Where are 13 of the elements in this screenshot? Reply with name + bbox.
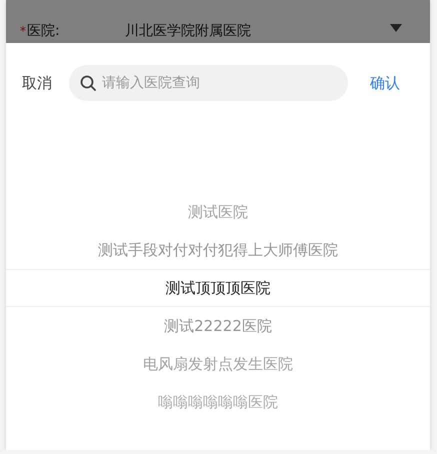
- confirm-button[interactable]: 确认: [370, 74, 400, 92]
- option-item[interactable]: 嗡嗡嗡嗡嗡嗡医院: [6, 383, 430, 421]
- field-value[interactable]: 川北医学院附属医院: [125, 22, 390, 40]
- option-item[interactable]: 测试顶顶顶医院: [6, 269, 430, 307]
- option-item[interactable]: 电风扇发射点发生医院: [6, 345, 430, 383]
- field-label: 医院:: [27, 22, 61, 40]
- option-item[interactable]: 测试医院: [6, 193, 430, 231]
- required-mark: *: [20, 24, 26, 38]
- dropdown-icon[interactable]: [390, 24, 402, 32]
- option-item[interactable]: 测试22222医院: [6, 307, 430, 345]
- option-item[interactable]: 测试手段对付对付犯得上大师傅医院: [6, 231, 430, 269]
- cancel-button[interactable]: 取消: [22, 74, 52, 92]
- search-field[interactable]: 请输入医院查询: [69, 65, 348, 101]
